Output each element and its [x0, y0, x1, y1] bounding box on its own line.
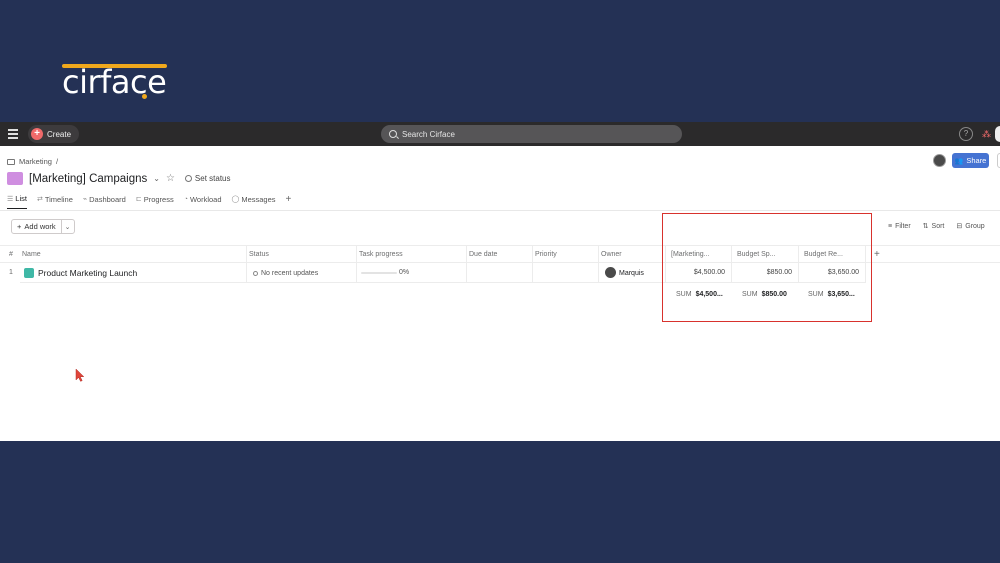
- task-name: Product Marketing Launch: [38, 268, 138, 278]
- people-icon: 👥: [954, 157, 964, 165]
- add-work-main[interactable]: + Add work: [12, 220, 62, 233]
- folder-icon: [7, 158, 15, 165]
- tab-messages[interactable]: ◯ Messages: [232, 194, 276, 209]
- filter-label: Filter: [895, 222, 911, 230]
- create-label: Create: [47, 129, 72, 139]
- highlight-box: [662, 213, 872, 322]
- avatar: [605, 266, 616, 278]
- column-header-due-date[interactable]: Due date: [467, 246, 533, 263]
- page-title: [Marketing] Campaigns: [29, 172, 148, 185]
- add-work-button[interactable]: + Add work ⌄: [11, 219, 75, 234]
- due-date-cell[interactable]: [467, 263, 533, 283]
- mouse-cursor-icon: [75, 368, 85, 382]
- add-tab-button[interactable]: +: [286, 194, 292, 209]
- dashboard-icon: ⌁: [82, 196, 88, 203]
- search-placeholder: Search Cirface: [402, 129, 455, 139]
- breadcrumb-separator: /: [55, 157, 59, 166]
- status-text: No recent updates: [261, 270, 319, 277]
- search-input[interactable]: Search Cirface: [381, 125, 682, 143]
- list-icon: ☰: [7, 195, 14, 203]
- chevron-down-icon[interactable]: ⌄: [153, 174, 160, 183]
- progress-percent: 0%: [399, 269, 410, 276]
- add-column-button[interactable]: +: [872, 246, 886, 263]
- tab-workload[interactable]: ◔ Workload: [184, 194, 222, 209]
- progress-icon: ⊏: [135, 196, 142, 203]
- star-icon[interactable]: ☆: [166, 173, 175, 184]
- task-type-icon: [24, 268, 34, 279]
- tab-label: Progress: [143, 194, 174, 204]
- status-circle-icon: [253, 270, 258, 276]
- view-toolbar: ≡ Filter ⇅ Sort ⊟ Group: [888, 222, 985, 231]
- chevron-down-icon[interactable]: ⌄: [62, 223, 74, 231]
- view-tabs: ☰ List ⇄ Timeline ⌁ Dashboard ⊏ Progress…: [7, 194, 291, 209]
- breadcrumb: Marketing /: [7, 157, 58, 166]
- task-name-cell[interactable]: Product Marketing Launch: [20, 263, 247, 283]
- cirface-logo: cirface: [62, 60, 172, 100]
- project-folder-icon: [7, 172, 23, 185]
- sort-label: Sort: [931, 222, 945, 230]
- column-header-status[interactable]: Status: [247, 246, 357, 263]
- share-label: Share: [966, 156, 987, 165]
- tab-label: Timeline: [44, 194, 73, 204]
- filter-button[interactable]: ≡ Filter: [888, 222, 911, 230]
- priority-cell[interactable]: [533, 263, 599, 283]
- member-avatar[interactable]: [933, 154, 946, 167]
- tab-progress[interactable]: ⊏ Progress: [136, 194, 174, 209]
- app-screen: + Create Search Cirface ? ⁂ Marketing / …: [0, 122, 1000, 441]
- project-header: [Marketing] Campaigns ⌄ ☆ Set status: [7, 172, 231, 185]
- help-icon[interactable]: ?: [959, 127, 973, 141]
- plus-icon: +: [31, 128, 43, 140]
- column-header-name[interactable]: Name: [20, 246, 247, 263]
- sort-button[interactable]: ⇅ Sort: [922, 222, 945, 231]
- group-label: Group: [965, 222, 985, 230]
- hamburger-menu-icon[interactable]: [8, 129, 18, 139]
- owner-cell[interactable]: Marquis: [599, 263, 666, 283]
- sort-icon: ⇅: [922, 223, 929, 230]
- timeline-icon: ⇄: [36, 196, 43, 203]
- messages-icon: ◯: [231, 196, 240, 203]
- tab-label: List: [15, 194, 27, 203]
- group-icon: ⊟: [956, 223, 963, 230]
- search-icon: [389, 130, 397, 138]
- set-status-label: Set status: [194, 174, 231, 183]
- tab-dashboard[interactable]: ⌁ Dashboard: [83, 194, 126, 209]
- tab-list[interactable]: ☰ List: [7, 194, 27, 209]
- column-header-priority[interactable]: Priority: [533, 246, 599, 263]
- tab-label: Messages: [241, 194, 276, 204]
- task-progress-cell[interactable]: 0%: [357, 263, 467, 283]
- tab-timeline[interactable]: ⇄ Timeline: [37, 194, 73, 209]
- workload-icon: ◔: [183, 195, 188, 203]
- filter-icon: ≡: [888, 222, 893, 230]
- column-header-task-progress[interactable]: Task progress: [357, 246, 467, 263]
- apps-icon[interactable]: ⁂: [982, 129, 991, 140]
- create-button[interactable]: + Create: [28, 125, 80, 143]
- set-status-button[interactable]: Set status: [184, 174, 231, 183]
- status-cell[interactable]: No recent updates: [247, 263, 357, 283]
- owner-name: Marquis: [619, 270, 644, 277]
- status-circle-icon: [184, 175, 192, 182]
- group-button[interactable]: ⊟ Group: [956, 222, 985, 231]
- plus-icon: +: [285, 193, 292, 205]
- plus-icon: +: [17, 222, 22, 231]
- logo-accent-dot: [142, 94, 147, 99]
- column-header-owner[interactable]: Owner: [599, 246, 666, 263]
- tabs-divider: [0, 210, 1000, 211]
- top-bar: + Create Search Cirface ? ⁂: [0, 122, 1000, 146]
- progress-bar: [361, 272, 397, 274]
- tab-label: Dashboard: [89, 194, 126, 204]
- share-button[interactable]: 👥 Share: [952, 153, 989, 168]
- breadcrumb-marketing[interactable]: Marketing: [19, 157, 52, 166]
- logo-text: cirface: [62, 63, 167, 101]
- tab-label: Workload: [189, 194, 222, 204]
- row-number: 1: [9, 269, 13, 276]
- column-header-number: #: [9, 251, 13, 258]
- add-work-label: Add work: [24, 222, 56, 231]
- profile-avatar[interactable]: [995, 126, 1000, 142]
